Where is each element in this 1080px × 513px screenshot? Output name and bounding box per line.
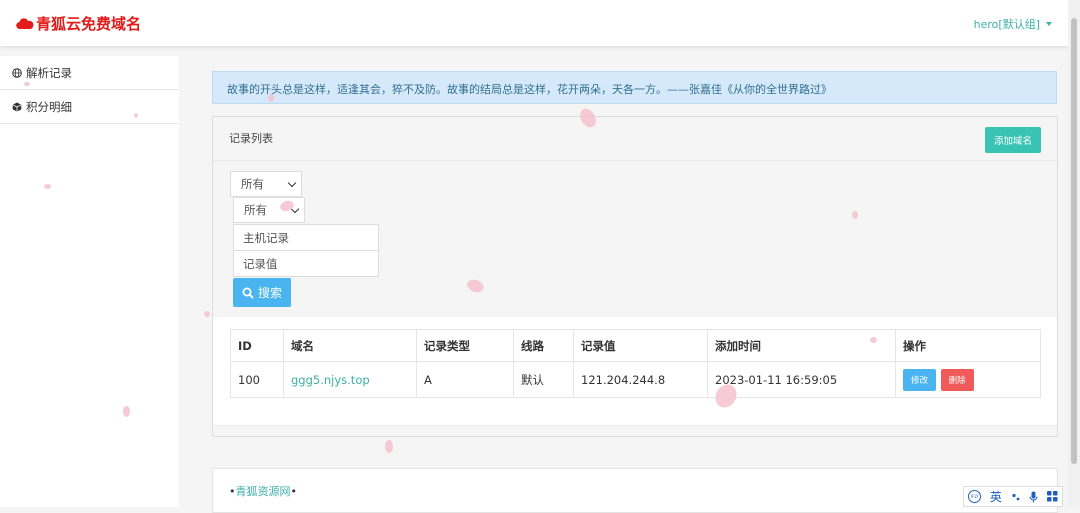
column-header-domain: 域名 [283,329,417,362]
record-value-input[interactable]: 记录值 [233,250,379,277]
petal-decoration [870,337,877,343]
scrollbar-thumb[interactable] [1071,18,1077,464]
petal-decoration [204,311,210,317]
footer-link-qinghu[interactable]: 青狐资源网 [236,485,291,498]
sidebar-item-label: 解析记录 [26,65,72,80]
sidebar-item-points[interactable]: 积分明细 [0,90,179,124]
footer-bullet: • [290,485,298,498]
top-navbar: 青狐云免费域名 hero[默认组] [0,0,1080,46]
column-header-actions: 操作 [895,329,1041,362]
cell-line: 默认 [513,361,574,398]
chevron-down-icon [287,178,297,188]
search-button[interactable]: 搜索 [233,278,291,307]
sidebar-item-label: 积分明细 [26,99,72,114]
user-name: hero[默认组] [973,18,1040,31]
search-icon [242,287,254,299]
select-value: 所有 [244,203,267,217]
petal-decoration [44,184,51,189]
cell-type: A [416,361,514,398]
petal-decoration [268,94,274,102]
add-domain-button[interactable]: 添加域名 [984,127,1041,153]
ime-toolbar: IFLY 英 [963,486,1063,507]
column-header-time: 添加时间 [707,329,896,362]
grid-menu-icon[interactable] [1046,491,1058,502]
table-row: 100 ggg5.njys.top A 默认 121.204.244.8 202… [230,361,1041,398]
edit-button[interactable]: 修改 [903,368,937,391]
records-panel: 记录列表 添加域名 所有 所有 主机记录 记录值 搜索 ID 域名 记录类型 线… [212,116,1058,437]
petal-decoration [24,82,30,86]
table-header-row: ID 域名 记录类型 线路 记录值 添加时间 操作 [230,329,1041,362]
cloud-icon [16,18,34,30]
panel-title: 记录列表 [229,132,273,145]
column-header-id: ID [230,329,284,362]
punctuation-icon[interactable] [1011,492,1021,502]
user-menu-dropdown[interactable]: hero[默认组] [974,16,1052,32]
sidebar: 解析记录 积分明细 [0,56,179,507]
host-record-input[interactable]: 主机记录 [233,224,379,251]
host-record-placeholder: 主机记录 [243,230,289,245]
cube-icon [12,102,22,112]
cell-actions: 修改 删除 [895,361,1041,398]
ime-logo-icon[interactable]: IFLY [968,490,982,503]
panel-header: 记录列表 添加域名 [213,117,1057,161]
panel-footer [213,425,1057,436]
search-label: 搜索 [257,286,282,300]
brand-logo[interactable]: 青狐云免费域名 [16,13,141,34]
footer-links: •青狐资源网• [212,468,1058,513]
caret-down-icon [1046,22,1052,26]
line-select[interactable]: 所有 [233,197,305,223]
cell-value: 121.204.244.8 [573,361,708,398]
cell-id: 100 [230,361,284,398]
globe-icon [12,67,22,78]
brand-name: 青狐云免费域名 [36,15,142,33]
select-value: 所有 [241,177,264,191]
records-table: ID 域名 记录类型 线路 记录值 添加时间 操作 100 ggg5.njys.… [230,329,1041,398]
cell-domain: ggg5.njys.top [283,361,417,398]
microphone-icon[interactable] [1029,491,1038,503]
domain-link[interactable]: ggg5.njys.top [291,373,370,387]
ime-language-toggle[interactable]: 英 [990,488,1002,505]
column-header-type: 记录类型 [416,329,514,362]
petal-decoration [123,406,130,417]
quote-notice: 故事的开头总是这样，适逢其会，猝不及防。故事的结局总是这样，花开两朵，天各一方。… [212,71,1057,104]
column-header-line: 线路 [513,329,574,362]
record-type-select[interactable]: 所有 [230,171,302,197]
column-header-value: 记录值 [573,329,708,362]
petal-decoration [852,211,858,219]
filter-form: 所有 所有 主机记录 记录值 搜索 [213,161,1057,317]
delete-button[interactable]: 删除 [940,368,974,391]
petal-decoration [385,440,393,453]
petal-decoration [134,113,138,118]
page-scrollbar[interactable] [1068,0,1080,507]
record-value-placeholder: 记录值 [243,256,278,271]
